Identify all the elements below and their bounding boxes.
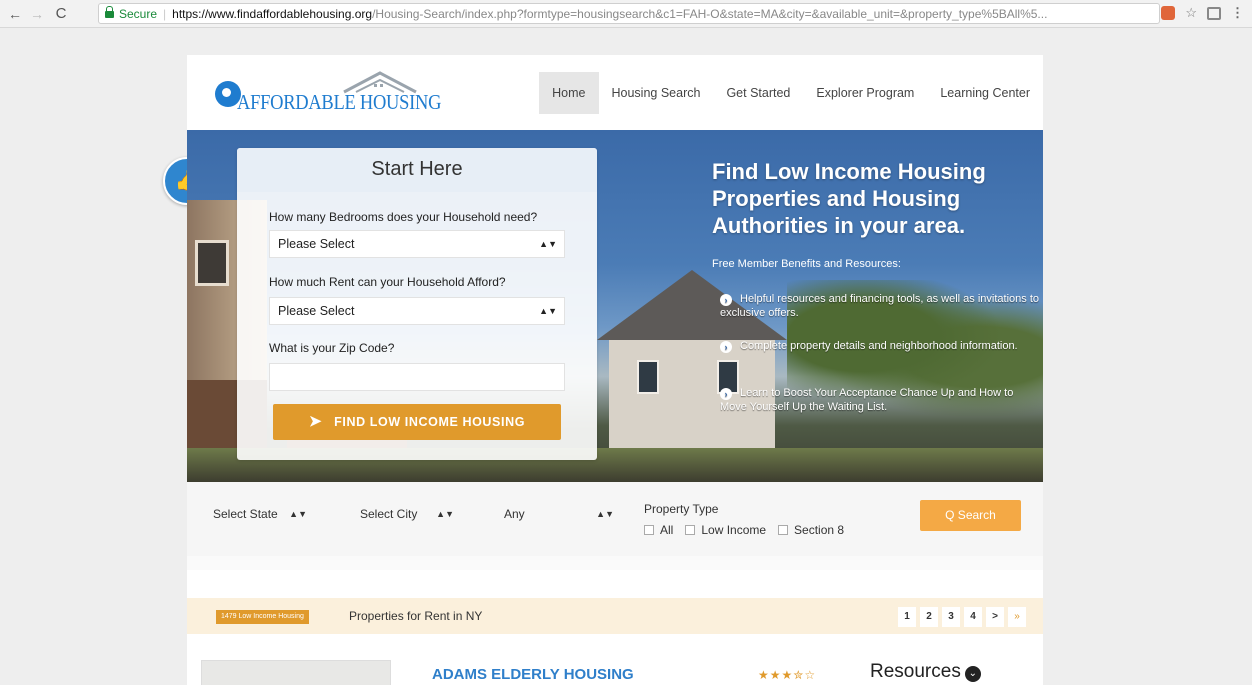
nav-home[interactable]: Home bbox=[539, 72, 599, 114]
arrow-circle-icon: › bbox=[720, 341, 732, 353]
start-here-title: Start Here bbox=[371, 158, 463, 180]
bookmark-star-icon[interactable]: ☆ bbox=[1185, 5, 1197, 21]
property-type-label: Property Type bbox=[644, 502, 719, 516]
section-8-label: Section 8 bbox=[794, 523, 845, 537]
find-housing-label: FIND LOW INCOME HOUSING bbox=[334, 415, 526, 429]
bedrooms-select[interactable]: Please Select ▲▼ bbox=[269, 230, 565, 258]
nav-learning-center[interactable]: Learning Center bbox=[927, 72, 1043, 114]
results-bar: 1479 Low Income Housing Properties for R… bbox=[187, 598, 1043, 634]
back-arrow-icon[interactable]: ← bbox=[6, 6, 24, 22]
nav-explorer-program[interactable]: Explorer Program bbox=[803, 72, 927, 114]
hero-banner: Start Here How many Bedrooms does your H… bbox=[187, 130, 1043, 482]
page-2[interactable]: 2 bbox=[920, 607, 938, 627]
rent-value: Please Select bbox=[278, 304, 355, 318]
results-section: 1479 Low Income Housing Properties for R… bbox=[187, 570, 1043, 685]
site-header: AFFORDABLE HOUSING Home Housing Search G… bbox=[187, 55, 1043, 130]
select-arrows-icon: ▲▼ bbox=[596, 509, 614, 519]
all-label: All bbox=[660, 523, 674, 537]
logo-text: AFFORDABLE HOUSING bbox=[237, 90, 442, 114]
state-select[interactable]: Select State ▲▼ bbox=[205, 499, 333, 529]
low-income-label: Low Income bbox=[701, 523, 767, 537]
listing-image[interactable] bbox=[201, 660, 391, 685]
any-value: Any bbox=[504, 507, 525, 521]
search-filter-bar: Select State ▲▼ Select City ▲▼ Any ▲▼ Pr… bbox=[187, 482, 1043, 556]
results-summary: Properties for Rent in NY bbox=[349, 609, 483, 623]
site-logo[interactable]: AFFORDABLE HOUSING bbox=[215, 69, 441, 119]
url-path: /Housing-Search/index.php?formtype=housi… bbox=[372, 6, 1048, 21]
benefit-text: Learn to Boost Your Acceptance Chance Up… bbox=[720, 387, 1014, 413]
page-3[interactable]: 3 bbox=[942, 607, 960, 627]
benefit-text: Complete property details and neighborho… bbox=[740, 340, 1018, 352]
address-divider: | bbox=[163, 6, 167, 21]
all-checkbox[interactable] bbox=[644, 525, 654, 535]
page-1[interactable]: 1 bbox=[898, 607, 916, 627]
resources-toggle[interactable]: Resources ⌄ bbox=[870, 661, 981, 683]
city-select[interactable]: Select City ▲▼ bbox=[352, 499, 480, 529]
any-select[interactable]: Any ▲▼ bbox=[496, 499, 614, 529]
listing-title[interactable]: ADAMS ELDERLY HOUSING bbox=[432, 666, 634, 683]
zip-input[interactable] bbox=[269, 363, 565, 391]
bedrooms-value: Please Select bbox=[278, 237, 355, 251]
benefit-item: › Complete property details and neighborh… bbox=[720, 339, 1040, 353]
rent-select[interactable]: Please Select ▲▼ bbox=[269, 297, 565, 325]
hero-title: Find Low Income Housing Properties and H… bbox=[712, 159, 986, 238]
hero-subtitle: Free Member Benefits and Resources: bbox=[712, 258, 901, 270]
section-8-checkbox[interactable] bbox=[778, 525, 789, 535]
select-arrows-icon: ▲▼ bbox=[436, 509, 454, 519]
zip-label: What is your Zip Code? bbox=[269, 341, 395, 355]
pocket-icon[interactable] bbox=[1207, 6, 1221, 20]
resources-label: Resources bbox=[870, 661, 961, 682]
select-arrows-icon: ▲▼ bbox=[539, 239, 557, 249]
benefit-item: › Learn to Boost Your Acceptance Chance U… bbox=[720, 386, 1040, 414]
low-income-checkbox[interactable] bbox=[685, 525, 696, 535]
chevron-down-icon: ⌄ bbox=[964, 666, 981, 682]
arrow-circle-icon: › bbox=[720, 388, 732, 400]
page-last[interactable]: » bbox=[1008, 607, 1026, 627]
find-housing-button[interactable]: ➤ FIND LOW INCOME HOUSING bbox=[273, 404, 561, 440]
select-arrows-icon: ▲▼ bbox=[289, 509, 307, 519]
url-host: https://www.findaffordablehousing.org bbox=[172, 6, 373, 21]
nav-housing-search[interactable]: Housing Search bbox=[599, 72, 714, 114]
extension-icon[interactable] bbox=[1161, 6, 1176, 20]
paper-plane-icon: ➤ bbox=[308, 413, 323, 430]
page-next[interactable]: > bbox=[986, 607, 1004, 627]
lock-icon bbox=[105, 6, 114, 18]
property-type-options: All Low Income Section 8 bbox=[640, 523, 852, 537]
pagination: 1 2 3 4 > » bbox=[894, 607, 1026, 627]
bedrooms-label: How many Bedrooms does your Household ne… bbox=[269, 210, 538, 224]
benefit-text: Helpful resources and financing tools, a… bbox=[720, 293, 1039, 319]
count-badge: 1479 Low Income Housing bbox=[216, 610, 309, 624]
secure-label: Secure bbox=[119, 6, 158, 21]
main-nav: Home Housing Search Get Started Explorer… bbox=[539, 72, 1043, 114]
search-button[interactable]: Q Search bbox=[920, 500, 1021, 531]
start-here-form: Start Here How many Bedrooms does your H… bbox=[237, 148, 597, 460]
state-value: Select State bbox=[213, 507, 278, 521]
rent-label: How much Rent can your Household Afford? bbox=[269, 275, 506, 289]
arrow-circle-icon: › bbox=[720, 294, 732, 306]
page-4[interactable]: 4 bbox=[964, 607, 982, 627]
address-bar[interactable]: Secure | https://www.findaffordablehousi… bbox=[98, 3, 1160, 24]
nav-get-started[interactable]: Get Started bbox=[713, 72, 803, 114]
city-value: Select City bbox=[360, 507, 418, 521]
rating-stars: ★★★✮☆ bbox=[758, 668, 817, 682]
reload-icon[interactable]: C bbox=[52, 5, 70, 22]
benefit-item: › Helpful resources and financing tools, … bbox=[720, 292, 1040, 320]
page-container: AFFORDABLE HOUSING Home Housing Search G… bbox=[187, 55, 1043, 685]
select-arrows-icon: ▲▼ bbox=[539, 306, 557, 316]
browser-toolbar: ← → C Secure | https://www.findaffordabl… bbox=[0, 0, 1252, 28]
forward-arrow-icon[interactable]: → bbox=[28, 6, 46, 22]
menu-dots-icon[interactable]: ⋮ bbox=[1231, 5, 1244, 21]
